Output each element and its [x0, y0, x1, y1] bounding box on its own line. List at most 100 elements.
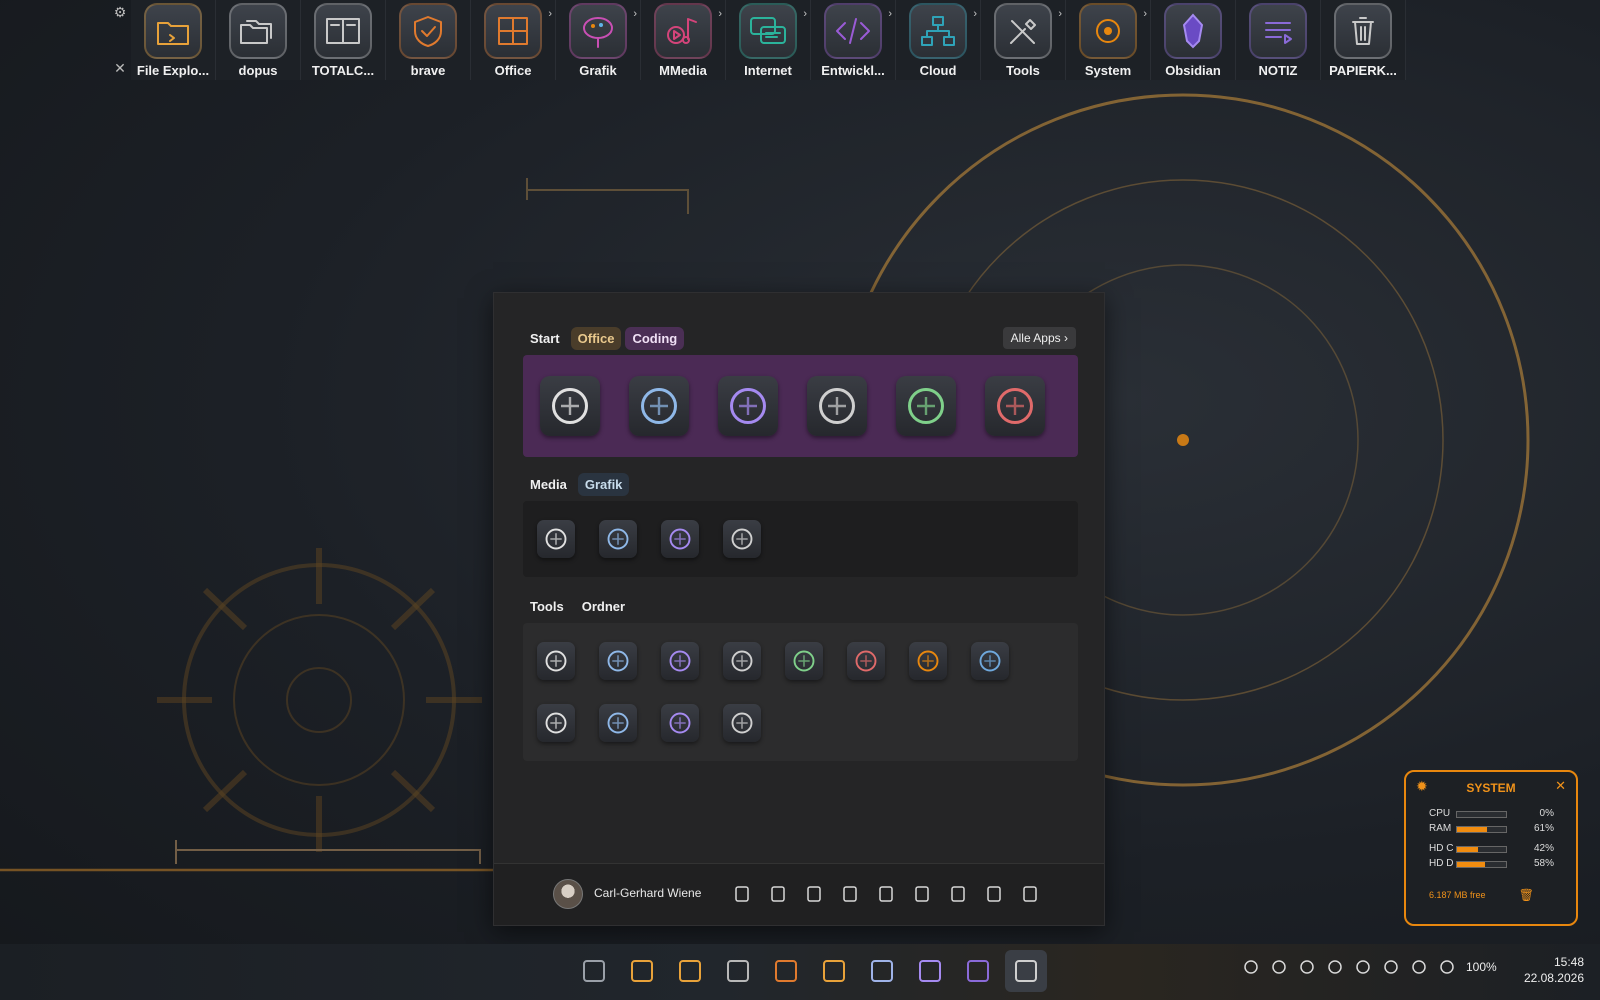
music-icon[interactable]	[804, 884, 824, 904]
chrome-icon[interactable]	[1270, 958, 1288, 976]
chevron-right-icon[interactable]: ›	[548, 8, 552, 20]
brave-icon[interactable]	[765, 950, 807, 992]
chevron-right-icon: ›	[1064, 331, 1068, 345]
tools-icon	[994, 3, 1052, 59]
vpn-shield-icon[interactable]	[909, 950, 951, 992]
access-db-icon[interactable]	[985, 376, 1045, 436]
tab-grafik[interactable]: Grafik	[577, 473, 630, 496]
file-explorer-icon[interactable]	[669, 950, 711, 992]
tab-tools[interactable]: Tools	[523, 595, 571, 618]
kilo-code-icon[interactable]	[718, 376, 778, 436]
dock-item[interactable]: › MMedia	[641, 0, 726, 80]
tab-office[interactable]: Office	[570, 327, 622, 350]
dock-item[interactable]: dopus	[216, 0, 301, 80]
metric-name: HD C	[1429, 843, 1454, 854]
media-info-icon[interactable]	[599, 520, 637, 558]
chevron-right-icon[interactable]: ›	[888, 8, 892, 20]
chevron-right-icon[interactable]: ›	[1143, 8, 1147, 20]
mail-icon[interactable]	[813, 950, 855, 992]
dock-item[interactable]: › Tools	[981, 0, 1066, 80]
download-icon[interactable]	[768, 884, 788, 904]
image-icon[interactable]	[840, 884, 860, 904]
obsidian-icon[interactable]	[957, 950, 999, 992]
dock-item-label: Obsidian	[1165, 63, 1221, 78]
metric-bar	[1456, 846, 1507, 853]
powershell-icon[interactable]	[723, 642, 761, 680]
chevron-up-icon[interactable]	[1242, 958, 1260, 976]
document-icon[interactable]	[732, 884, 752, 904]
dock-item[interactable]: PAPIERK...	[1321, 0, 1406, 80]
windows-icon[interactable]	[573, 950, 615, 992]
folder-user-icon[interactable]	[876, 884, 896, 904]
metric-bar-fill	[1457, 847, 1478, 852]
chart-arrow-icon[interactable]	[661, 520, 699, 558]
tab-ordner[interactable]: Ordner	[575, 595, 632, 618]
control-panel-icon[interactable]	[723, 704, 761, 742]
dock-item[interactable]: › Internet	[726, 0, 811, 80]
presentation-icon[interactable]	[847, 642, 885, 680]
dock-item-label: dopus	[238, 63, 278, 78]
dock-item-label: File Explo...	[136, 63, 210, 78]
metric-value: 58%	[1533, 858, 1554, 869]
settings-gear-icon[interactable]	[1005, 950, 1047, 992]
dock-item[interactable]: › System	[1066, 0, 1151, 80]
obsidian-tray-icon[interactable]	[1354, 958, 1372, 976]
wifi-icon[interactable]	[1382, 958, 1400, 976]
widget-close-icon[interactable]: ✕	[1555, 778, 1566, 794]
sliders-icon[interactable]	[912, 884, 932, 904]
download-box-icon[interactable]	[723, 520, 761, 558]
disk-pie-icon[interactable]	[909, 642, 947, 680]
tab-coding[interactable]: Coding	[625, 327, 685, 350]
tab-start[interactable]: Start	[523, 327, 567, 350]
html-file-icon[interactable]	[896, 376, 956, 436]
volume-icon[interactable]	[1410, 958, 1428, 976]
tab-media[interactable]: Media	[523, 473, 574, 496]
git-graph-icon[interactable]	[807, 376, 867, 436]
terminal-alt-icon[interactable]	[661, 704, 699, 742]
metric-bar-fill	[1457, 827, 1487, 832]
chevron-right-icon[interactable]: ›	[803, 8, 807, 20]
arc-icon[interactable]	[629, 376, 689, 436]
power-icon[interactable]	[1020, 884, 1040, 904]
widget-trash-icon[interactable]: 🗑	[1519, 888, 1534, 902]
dock-item[interactable]: › Grafik	[556, 0, 641, 80]
dock-item[interactable]: TOTALC...	[301, 0, 386, 80]
avatar[interactable]	[553, 879, 583, 909]
task-manager-icon[interactable]	[537, 642, 575, 680]
dock-item[interactable]: › Cloud	[896, 0, 981, 80]
tabs-group-tools: Tools Ordner	[523, 595, 632, 618]
tools-apps-group	[523, 623, 1078, 761]
dock-settings-icon[interactable]: ⚙	[110, 4, 130, 22]
dock-item[interactable]: › Entwickl...	[811, 0, 896, 80]
dock-item[interactable]: brave	[386, 0, 471, 80]
folder-tools-icon[interactable]	[599, 704, 637, 742]
dopus-tray-icon[interactable]	[1326, 958, 1344, 976]
battery-icon[interactable]	[1438, 958, 1456, 976]
user-name[interactable]: Carl-Gerhard Wiene	[594, 886, 701, 900]
openai-icon[interactable]	[540, 376, 600, 436]
dock-item[interactable]: NOTIZ	[1236, 0, 1321, 80]
dock-item[interactable]: Obsidian	[1151, 0, 1236, 80]
dock-close-icon[interactable]: ✕	[110, 60, 130, 76]
mail-alt-icon[interactable]	[861, 950, 903, 992]
sync-icon[interactable]	[785, 642, 823, 680]
dock-item[interactable]: File Explo...	[131, 0, 216, 80]
settings-icon[interactable]	[948, 884, 968, 904]
restore-icon[interactable]	[971, 642, 1009, 680]
teams-icon[interactable]	[1298, 958, 1316, 976]
dock-item[interactable]: › Office	[471, 0, 556, 80]
tabs-group-top: Start Office Coding	[523, 327, 685, 350]
wrench-icon[interactable]	[599, 642, 637, 680]
chevron-right-icon[interactable]: ›	[718, 8, 722, 20]
explorer-icon[interactable]	[984, 884, 1004, 904]
terminal-icon[interactable]	[661, 642, 699, 680]
gauge-icon[interactable]	[537, 704, 575, 742]
dopus-icon[interactable]	[717, 950, 759, 992]
chevron-right-icon[interactable]: ›	[1058, 8, 1062, 20]
clock[interactable]: 15:48 22.08.2026	[1524, 954, 1584, 986]
all-apps-button[interactable]: Alle Apps ›	[1002, 327, 1076, 349]
chevron-right-icon[interactable]: ›	[973, 8, 977, 20]
explorer-home-icon[interactable]	[621, 950, 663, 992]
audio-tape-icon[interactable]	[537, 520, 575, 558]
chevron-right-icon[interactable]: ›	[633, 8, 637, 20]
